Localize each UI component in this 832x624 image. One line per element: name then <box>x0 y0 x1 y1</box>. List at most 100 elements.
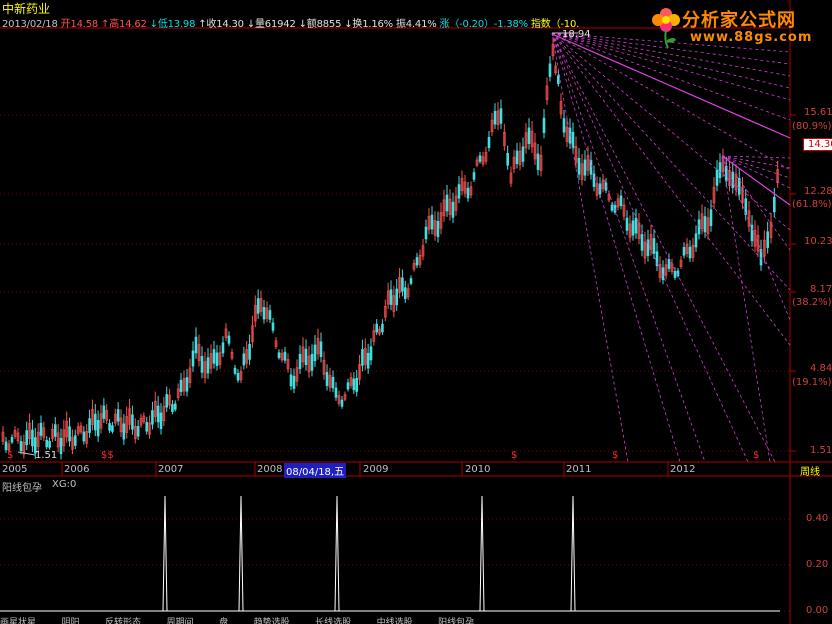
candlestick <box>215 352 219 366</box>
y-tick-label: 4.84 <box>810 363 832 374</box>
tab-formula[interactable]: 反转形态 <box>105 615 141 624</box>
y-tick-label: 10.23 <box>804 236 832 247</box>
candlestick <box>697 219 701 235</box>
candlestick <box>122 423 126 440</box>
candlestick <box>625 217 629 231</box>
candlestick <box>68 426 71 442</box>
x-tick-label: 2006 <box>64 464 90 475</box>
tab-formula[interactable]: 趋势选股 <box>254 615 290 624</box>
tab-formula[interactable]: 长线选股 <box>315 615 351 624</box>
candlestick <box>340 399 344 407</box>
candlestick <box>355 377 359 392</box>
quote-date: 2013/02/18 <box>2 19 58 30</box>
tab-formula[interactable]: 画星状星 <box>0 615 36 624</box>
x-tick-label: 2011 <box>566 464 592 475</box>
y-tick-label: 1.51 <box>810 445 832 456</box>
logo-title: 分析家公式网 <box>682 10 796 31</box>
fan-line <box>551 32 706 463</box>
candlestick <box>493 110 497 125</box>
cursor-date-label: 08/04/18,五 <box>284 463 347 478</box>
candlestick <box>430 214 434 230</box>
tab-formula[interactable]: 中线选股 <box>377 615 413 624</box>
candlestick <box>466 187 470 199</box>
candlestick <box>415 257 419 266</box>
fan-line <box>551 32 629 463</box>
quote-high: ↑高14.62 <box>101 19 147 30</box>
quote-header: 2013/02/18 开14.58 ↑高14.62 ↓低13.98 ↑收14.3… <box>2 15 579 30</box>
candlestick <box>631 220 635 236</box>
candlestick <box>424 226 428 240</box>
candlestick <box>131 414 134 430</box>
candlestick <box>173 403 177 410</box>
candlestick <box>673 270 677 278</box>
current-price-tag: 14.30 <box>803 138 832 151</box>
tab-formula[interactable]: 盘 <box>219 615 228 624</box>
tab-formula[interactable]: 阳线包孕 <box>438 615 474 624</box>
candlestick <box>478 155 482 162</box>
candlestick <box>185 377 189 392</box>
candlestick <box>313 344 317 362</box>
candlestick <box>715 169 719 186</box>
fan-line <box>551 32 749 463</box>
candlestick <box>88 418 91 433</box>
x-tick-label: 2009 <box>363 464 389 475</box>
indicator-y-label: 0.40 <box>806 513 829 524</box>
y-tick-label: 12.28 <box>804 186 832 197</box>
candlestick <box>369 346 373 361</box>
tab-formula[interactable]: 周期间 <box>167 615 194 624</box>
candlestick <box>292 375 296 389</box>
x-tick-label: 2008 <box>257 464 283 475</box>
candlestick <box>179 379 183 392</box>
quote-close: ↑收14.30 <box>198 19 244 30</box>
signal-spike <box>162 495 168 612</box>
signal-marker: $$ <box>101 450 114 461</box>
candlestick <box>401 277 404 292</box>
signal-spike <box>238 495 244 612</box>
candlestick <box>592 173 596 187</box>
candlestick <box>640 234 644 251</box>
logo-url: www.88gs.com <box>690 30 813 45</box>
indicator-y-label: 0.20 <box>806 559 829 570</box>
candlestick <box>451 201 455 218</box>
candlestick <box>53 424 57 437</box>
candlestick <box>206 357 210 374</box>
candlestick <box>634 217 638 234</box>
candlestick <box>248 343 251 360</box>
fan-line <box>551 32 681 463</box>
x-tick-label: 2010 <box>465 464 491 475</box>
candlestick <box>4 441 8 451</box>
y-pct-label: (19.1%) <box>792 377 832 388</box>
candlestick <box>45 440 49 448</box>
candlestick <box>194 336 198 354</box>
candlestick <box>709 209 713 227</box>
chart-canvas[interactable] <box>0 0 832 624</box>
candlestick <box>39 422 43 436</box>
candlestick <box>298 353 302 369</box>
y-pct-label: (80.9%) <box>792 121 832 132</box>
candlestick <box>93 413 97 431</box>
x-tick-label: 2005 <box>2 464 28 475</box>
candlestick <box>557 75 560 84</box>
candlestick <box>652 238 656 254</box>
indicator-y-label: 0.00 <box>806 605 829 616</box>
candlestick <box>233 367 237 374</box>
candlestick <box>156 405 160 423</box>
candlestick <box>200 356 204 373</box>
candlestick <box>331 376 335 389</box>
low-marker: 1.51 <box>35 450 58 461</box>
candlestick <box>334 387 338 398</box>
candlestick <box>361 349 364 366</box>
candlestick <box>562 118 566 133</box>
period-label[interactable]: 周线 <box>800 463 820 478</box>
candlestick <box>325 372 329 386</box>
candlestick <box>277 352 281 359</box>
candlestick <box>436 221 440 238</box>
fan-line <box>721 155 791 159</box>
candlestick <box>366 352 370 369</box>
quote-amount: ↓额8855 <box>298 19 342 30</box>
candlestick <box>212 349 216 364</box>
indicator-value: XG:0 <box>52 479 77 490</box>
candlestick <box>403 287 407 300</box>
tab-formula[interactable]: 阴阳 <box>62 615 80 624</box>
quote-volume: ↓量61942 <box>246 19 296 30</box>
